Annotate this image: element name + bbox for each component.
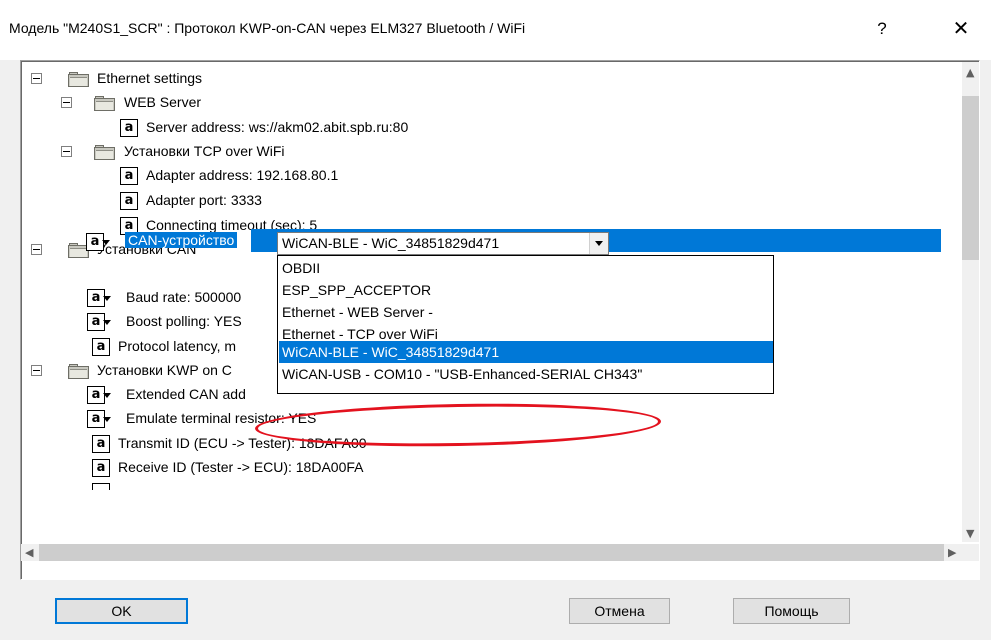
- tree-node-tcp-over-wifi[interactable]: Установки TCP over WiFi: [21, 140, 961, 164]
- scrollbar-corner: [962, 544, 979, 561]
- text-value-icon: a: [120, 192, 138, 210]
- dropdown-arrow-icon: [103, 296, 111, 301]
- tree-item-label: Boost polling: YES: [126, 313, 242, 329]
- dropdown-option-esp-spp[interactable]: ESP_SPP_ACCEPTOR: [279, 279, 773, 301]
- scroll-up-icon[interactable]: ▲: [966, 66, 974, 79]
- dropdown-arrow-icon: [103, 393, 111, 398]
- tree-node-label: Ethernet settings: [97, 70, 203, 86]
- tree-node-label: Установки KWP on C: [97, 362, 232, 378]
- tree-item-label: Baud rate: 500000: [126, 289, 242, 305]
- tree-item-adapter-address[interactable]: a Adapter address: 192.168.80.1: [21, 164, 961, 188]
- window-title: Модель "M240S1_SCR" : Протокол KWP-on-CA…: [9, 20, 526, 36]
- horizontal-scrollbar[interactable]: ◀ ▶: [21, 544, 962, 561]
- dropdown-option-wican-ble[interactable]: WiCAN-BLE - WiC_34851829d471: [279, 341, 773, 363]
- scroll-left-icon[interactable]: ◀: [25, 546, 33, 559]
- text-value-icon: a: [120, 167, 138, 185]
- can-device-combobox[interactable]: WiCAN-BLE - WiC_34851829d471: [277, 232, 609, 255]
- can-device-dropdown[interactable]: OBDII ESP_SPP_ACCEPTOR Ethernet - WEB Se…: [277, 255, 774, 394]
- collapse-icon[interactable]: [61, 146, 72, 157]
- vertical-scrollbar[interactable]: ▲ ▼: [962, 62, 979, 542]
- text-value-icon: a: [92, 459, 110, 477]
- dropdown-option-obdii[interactable]: OBDII: [279, 257, 773, 279]
- tree-item-label: Server address: ws://akm02.abit.spb.ru:8…: [146, 119, 409, 135]
- vertical-scroll-thumb[interactable]: [962, 96, 979, 260]
- folder-icon: [68, 243, 89, 258]
- tree-item-extended-can[interactable]: a Extended CAN add: [21, 383, 261, 407]
- tree-item-label: Protocol latency, m: [118, 338, 237, 354]
- title-bar: Модель "M240S1_SCR" : Протокол KWP-on-CA…: [0, 0, 991, 60]
- help-button[interactable]: Помощь: [733, 598, 850, 624]
- folder-icon: [68, 72, 89, 87]
- dropdown-arrow-icon: [103, 320, 111, 325]
- text-value-icon: a: [92, 338, 110, 356]
- tree-item-baud-rate[interactable]: a Baud rate: 500000: [21, 286, 261, 310]
- tree-node-label: WEB Server: [124, 94, 202, 110]
- tree-item-label: Adapter address: 192.168.80.1: [146, 167, 339, 183]
- collapse-icon[interactable]: [31, 73, 42, 84]
- text-value-icon: a: [92, 435, 110, 453]
- tree-node-web-server[interactable]: WEB Server: [21, 91, 961, 115]
- close-button[interactable]: ✕: [945, 14, 977, 44]
- combobox-value: WiCAN-BLE - WiC_34851829d471: [282, 235, 500, 251]
- tree-item-boost-polling[interactable]: a Boost polling: YES: [21, 310, 261, 334]
- collapse-icon[interactable]: [31, 365, 42, 376]
- tree-node-label: Установки TCP over WiFi: [124, 143, 285, 159]
- chevron-down-icon[interactable]: [589, 233, 608, 254]
- collapse-icon[interactable]: [31, 244, 42, 255]
- cancel-button[interactable]: Отмена: [569, 598, 670, 624]
- dropdown-arrow-icon: [103, 417, 111, 422]
- tree-item-label: Adapter port: 3333: [146, 192, 262, 208]
- scroll-down-icon[interactable]: ▼: [966, 527, 974, 540]
- tree-item-partial: [21, 481, 221, 505]
- horizontal-scroll-thumb[interactable]: [39, 544, 944, 561]
- scroll-right-icon[interactable]: ▶: [948, 546, 956, 559]
- folder-icon: [68, 364, 89, 379]
- tree-item-label: Receive ID (Tester -> ECU): 18DA00FA: [118, 459, 364, 475]
- collapse-icon[interactable]: [61, 97, 72, 108]
- text-value-icon: a: [120, 119, 138, 137]
- tree-item-protocol-latency[interactable]: a Protocol latency, m: [21, 335, 261, 359]
- tree-node-kwp-settings[interactable]: Установки KWP on C: [21, 359, 261, 383]
- dropdown-option-ethernet-web[interactable]: Ethernet - WEB Server -: [279, 301, 773, 323]
- dropdown-option-wican-usb[interactable]: WiCAN-USB - COM10 - "USB-Enhanced-SERIAL…: [279, 363, 773, 385]
- ok-button[interactable]: OK: [55, 598, 188, 624]
- tree-node-ethernet-settings[interactable]: Ethernet settings: [21, 67, 961, 91]
- tree-item-server-address[interactable]: a Server address: ws://akm02.abit.spb.ru…: [21, 116, 961, 140]
- tree-item-receive-id[interactable]: a Receive ID (Tester -> ECU): 18DA00FA: [21, 456, 961, 480]
- tree-item-adapter-port[interactable]: a Adapter port: 3333: [21, 189, 961, 213]
- can-device-label: CAN-устройство: [125, 232, 238, 248]
- dropdown-arrow-icon: [102, 240, 110, 245]
- folder-icon: [94, 145, 115, 160]
- dropdown-option-ethernet-tcp[interactable]: Ethernet - TCP over WiFi: [279, 323, 773, 341]
- help-title-button[interactable]: ?: [866, 14, 898, 44]
- folder-icon: [94, 96, 115, 111]
- text-value-icon: [92, 483, 110, 490]
- tree-item-label: Extended CAN add: [126, 386, 246, 402]
